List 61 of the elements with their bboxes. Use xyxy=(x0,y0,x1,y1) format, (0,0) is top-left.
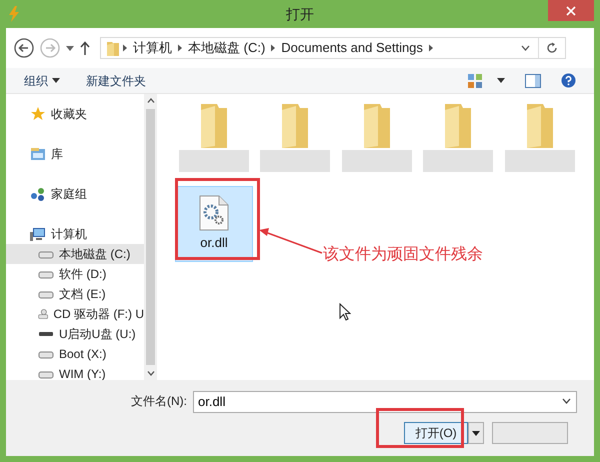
star-icon xyxy=(30,106,46,122)
filename-field[interactable]: or.dll xyxy=(193,390,577,412)
folder-icon xyxy=(107,40,119,56)
up-arrow-icon[interactable] xyxy=(80,41,90,55)
breadcrumb[interactable]: 计算机 xyxy=(133,38,172,58)
filename-label: 文件名(N): xyxy=(131,393,187,410)
sidebar-item[interactable]: 软件 (D:) xyxy=(6,264,144,284)
window-title: 打开 xyxy=(285,4,315,24)
blurred-label xyxy=(260,150,330,172)
folder-icon xyxy=(445,104,472,148)
mouse-cursor-icon xyxy=(339,303,351,321)
computer-icon xyxy=(30,226,46,242)
blurred-label xyxy=(504,150,575,172)
network-icon xyxy=(30,186,46,202)
scrollbar[interactable] xyxy=(144,94,157,380)
sidebar-item[interactable]: CD 驱动器 (F:) U xyxy=(6,304,144,324)
sidebar-item[interactable]: 计算机 xyxy=(6,224,144,244)
back-icon[interactable] xyxy=(14,38,34,58)
scroll-up-icon[interactable] xyxy=(146,98,154,103)
folder-icon xyxy=(526,104,553,148)
usb-drive-icon xyxy=(38,331,54,337)
settings-file-icon xyxy=(199,195,229,231)
close-button[interactable] xyxy=(548,0,594,21)
app-icon xyxy=(8,6,20,22)
folder-icon xyxy=(364,104,390,148)
sidebar-item[interactable]: Boot (X:) xyxy=(6,344,144,364)
view-options-icon[interactable] xyxy=(467,72,483,88)
annotation-text: 该文件为顽固文件残余 xyxy=(323,244,483,265)
file-item[interactable]: or.dll xyxy=(175,186,253,262)
split-dropdown-button[interactable] xyxy=(468,422,484,444)
sidebar-item[interactable]: 文档 (E:) xyxy=(6,284,144,304)
blurred-label xyxy=(423,150,494,172)
breadcrumb[interactable]: 本地磁盘 (C:) xyxy=(188,38,266,58)
cd-drive-icon xyxy=(38,306,48,322)
blurred-label xyxy=(342,150,412,172)
refresh-icon[interactable] xyxy=(546,42,558,54)
caret-icon xyxy=(472,430,480,436)
caret-icon xyxy=(52,78,60,83)
folder-icon xyxy=(282,104,308,148)
sidebar-item[interactable]: U启动U盘 (U:) xyxy=(6,324,144,344)
help-icon[interactable] xyxy=(561,73,576,88)
folder-icon xyxy=(201,104,227,148)
new-folder-button[interactable]: 新建文件夹 xyxy=(86,72,146,90)
breadcrumb[interactable]: Documents and Settings xyxy=(281,38,423,58)
arrow xyxy=(259,228,323,254)
blurred-label xyxy=(179,150,249,172)
scroll-down-icon[interactable] xyxy=(146,371,154,376)
open-button[interactable]: 打开(O) xyxy=(404,422,468,444)
chevron-down-icon[interactable] xyxy=(521,45,530,51)
chevron-down-icon[interactable] xyxy=(562,398,571,404)
sidebar-item[interactable]: 本地磁盘 (C:) xyxy=(6,244,144,264)
sidebar-item[interactable]: 收藏夹 xyxy=(6,104,144,124)
address-bar[interactable]: 计算机 本地磁盘 (C:) Documents and Settings xyxy=(100,37,566,59)
dropdown-icon[interactable] xyxy=(66,46,74,50)
organize-button[interactable]: 组织 xyxy=(24,72,60,90)
library-icon xyxy=(30,146,46,162)
close-icon xyxy=(566,6,576,16)
preview-pane-icon[interactable] xyxy=(525,74,541,88)
dropdown-icon[interactable] xyxy=(497,78,505,83)
sidebar-item[interactable]: 库 xyxy=(6,144,144,164)
sidebar-item[interactable]: 家庭组 xyxy=(6,184,144,204)
